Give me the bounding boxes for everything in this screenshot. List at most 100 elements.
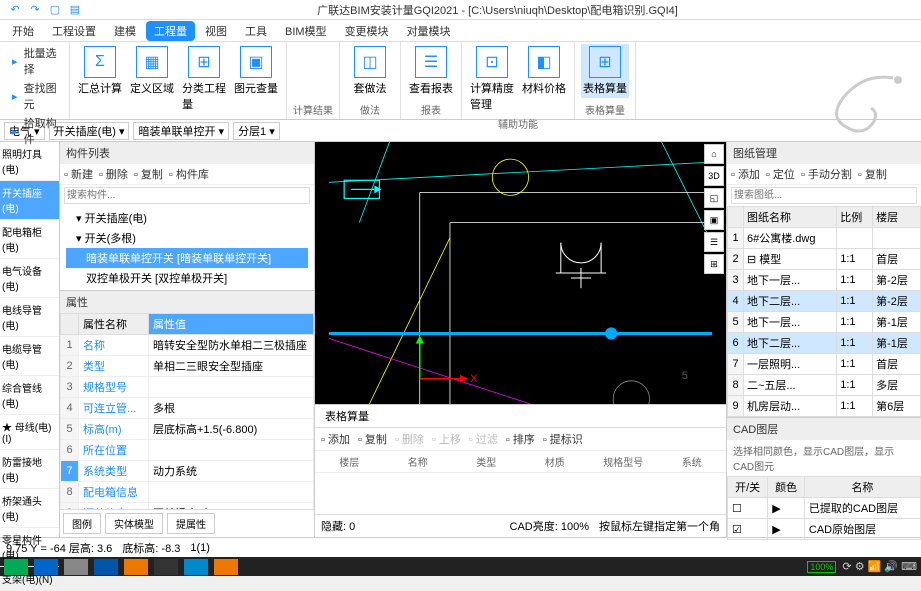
category-item[interactable]: 防雷接地(电) [0,450,59,489]
qat-icon[interactable]: ▢ [48,3,62,17]
toolbar-button[interactable]: ▫ 构件库 [169,166,209,182]
taskbar-app[interactable] [4,559,28,575]
view-home-icon[interactable]: ⌂ [704,144,724,164]
category-item[interactable]: 配电箱柜(电) [0,220,59,259]
category-item[interactable]: 开关插座(电) [0,181,59,220]
component-tree[interactable]: ▾ 开关插座(电)▾ 开关(多根)暗装单联单控开关 [暗装单联单控开关]双控单极… [60,206,314,290]
menubar: 开始工程设置建模工程量视图工具BIM模型变更模块对量模块 [0,20,921,42]
toolbar-button[interactable]: ▫ 定位 [766,166,795,182]
menu-tab[interactable]: 对量模块 [399,21,459,41]
toolbar-button[interactable]: ▫ 删除 [395,431,424,447]
tray-icons[interactable]: ⟳ ⚙ 📶 🔊 ⌨ [842,560,917,573]
filter-select[interactable]: 分层1 ▾ [233,122,280,140]
taskbar[interactable]: 100% ⟳ ⚙ 📶 🔊 ⌨ [0,557,921,576]
ribbon-button[interactable]: ▣图元查量 [232,44,280,98]
component-toolbar: ▫ 新建 ▫ 删除 ▫ 复制 ▫ 构件库 [60,164,314,185]
ribbon-button[interactable]: ⊞表格算量 [581,44,629,98]
filter-select[interactable]: 暗装单联单控开 ▾ [133,122,229,140]
category-item[interactable]: 桥架通头(电) [0,489,59,528]
menu-tab[interactable]: 开始 [4,21,42,41]
view-layers-icon[interactable]: ☰ [704,232,724,252]
tree-node[interactable]: ▾ 开关插座(电) [66,208,308,228]
toolbar-button[interactable]: ▫ 复制 [134,166,163,182]
ribbon-button[interactable]: ⊞分类工程量 [180,44,228,114]
ribbon-button[interactable]: Σ汇总计算 [76,44,124,98]
canvas-view-toolbar[interactable]: ⌂ 3D ◱ ▣ ☰ ⊞ [704,144,724,274]
cad-brightness[interactable]: CAD亮度: 100% [510,518,589,534]
menu-tab[interactable]: 变更模块 [337,21,397,41]
toolbar-button[interactable]: ▫ 删除 [99,166,128,182]
ribbon-button[interactable]: ▸批量选择 [6,44,63,78]
ribbon-button[interactable]: ▸查找图元 [6,79,63,113]
properties-header: 属性 [60,291,314,313]
cad-layer-desc: 选择相同颜色，显示CAD图层，显示CAD图元 [727,440,921,476]
category-item[interactable]: 电线导管(电) [0,298,59,337]
tree-node[interactable]: ▾ 开关(多根) [66,228,308,248]
property-button[interactable]: 图例 [63,513,101,534]
property-button[interactable]: 实体模型 [105,513,163,534]
toolbar-button[interactable]: ▫ 手动分割 [801,166,852,182]
property-button[interactable]: 提属性 [167,513,215,534]
toolbar-button[interactable]: ▫ 复制 [358,431,387,447]
qat-icon[interactable]: ▤ [68,3,82,17]
category-item[interactable]: 电缆导管(电) [0,337,59,376]
menu-tab[interactable]: 工具 [237,21,275,41]
svg-text:5: 5 [682,370,688,382]
category-item[interactable]: 电气设备(电) [0,259,59,298]
drawing-table[interactable]: 图纸名称比例楼层16#公寓楼.dwg2⊟ 模型1:1首层3地下一层...1:1第… [727,206,921,417]
category-item[interactable]: 综合管线(电) [0,376,59,415]
column-header: 名称 [384,454,453,469]
toolbar-button[interactable]: ▫ 添加 [321,431,350,447]
taskbar-app[interactable] [214,559,238,575]
view-more-icon[interactable]: ⊞ [704,254,724,274]
taskbar-app[interactable] [124,559,148,575]
ribbon-button[interactable]: ☰查看报表 [407,44,455,98]
menu-tab[interactable]: BIM模型 [277,21,335,41]
cad-layer-table[interactable]: 开/关颜色名称☐▶已提取的CAD图层☑▶CAD原始图层 [727,476,921,540]
redo-icon[interactable]: ↷ [28,3,42,17]
view-fit-icon[interactable]: ▣ [704,210,724,230]
battery-indicator: 100% [807,561,836,573]
ribbon-button[interactable]: ▦定义区域 [128,44,176,98]
ribbon-button[interactable]: ⊡计算精度管理 [468,44,516,114]
tree-node[interactable]: 双控单极开关 [双控单极开关] [66,268,308,288]
taskbar-app[interactable] [184,559,208,575]
taskbar-app[interactable] [154,559,178,575]
taskbar-app[interactable] [34,559,58,575]
properties-table[interactable]: 属性名称属性值1名称暗转安全型防水单相二三极插座2类型单相二三眼安全型插座3规格… [60,313,314,509]
column-header: 楼层 [315,454,384,469]
ribbon-button[interactable]: ◧材料价格 [520,44,568,98]
menu-tab[interactable]: 视图 [197,21,235,41]
cad-canvas[interactable]: 5 X ⌂ 3D ◱ ▣ ☰ ⊞ [315,142,726,404]
view-cube-icon[interactable]: ◱ [704,188,724,208]
filter-bar: 电气 ▾开关插座(电) ▾暗装单联单控开 ▾分层1 ▾ [0,120,921,142]
prompt-text: 按鼠标左键指定第一个角 [599,518,720,534]
toolbar-button[interactable]: ▫ 过滤 [469,431,498,447]
svg-text:X: X [470,373,478,385]
toolbar-button[interactable]: ▫ 添加 [731,166,760,182]
tab-table-qty[interactable]: 表格算量 [315,405,379,427]
ribbon-button[interactable]: ◫套做法 [346,44,394,98]
menu-tab[interactable]: 工程设置 [44,21,104,41]
ribbon-button[interactable]: ▸拾取构件 [6,114,63,148]
taskbar-app[interactable] [64,559,88,575]
taskbar-app[interactable] [94,559,118,575]
component-search-input[interactable] [64,187,310,204]
toolbar-button[interactable]: ▫ 新建 [64,166,93,182]
view-3d-icon[interactable]: 3D [704,166,724,186]
menu-tab[interactable]: 建模 [106,21,144,41]
menu-tab[interactable]: 工程量 [146,21,195,41]
toolbar-button[interactable]: ▫ 复制 [858,166,887,182]
ribbon: ▸批量选择▸查找图元▸拾取构件 Σ汇总计算▦定义区域⊞分类工程量▣图元查量计算结… [0,42,921,120]
quick-access-toolbar[interactable]: ↶ ↷ ▢ ▤ [8,3,82,17]
drawing-search-input[interactable] [731,187,917,204]
toolbar-button[interactable]: ▫ 上移 [432,431,461,447]
column-header: 系统 [658,454,727,469]
category-item[interactable]: ★ 母线(电)(I) [0,415,59,450]
toolbar-button[interactable]: ▫ 提标识 [543,431,583,447]
tree-node[interactable]: 暗装单联单控开关 [暗装单联单控开关] [66,248,308,268]
toolbar-button[interactable]: ▫ 排序 [506,431,535,447]
hidden-count: 隐藏: 0 [321,518,355,534]
table-toolbar: ▫ 添加 ▫ 复制 ▫ 删除 ▫ 上移 ▫ 过滤 ▫ 排序 ▫ 提标识 [315,428,726,451]
undo-icon[interactable]: ↶ [8,3,22,17]
